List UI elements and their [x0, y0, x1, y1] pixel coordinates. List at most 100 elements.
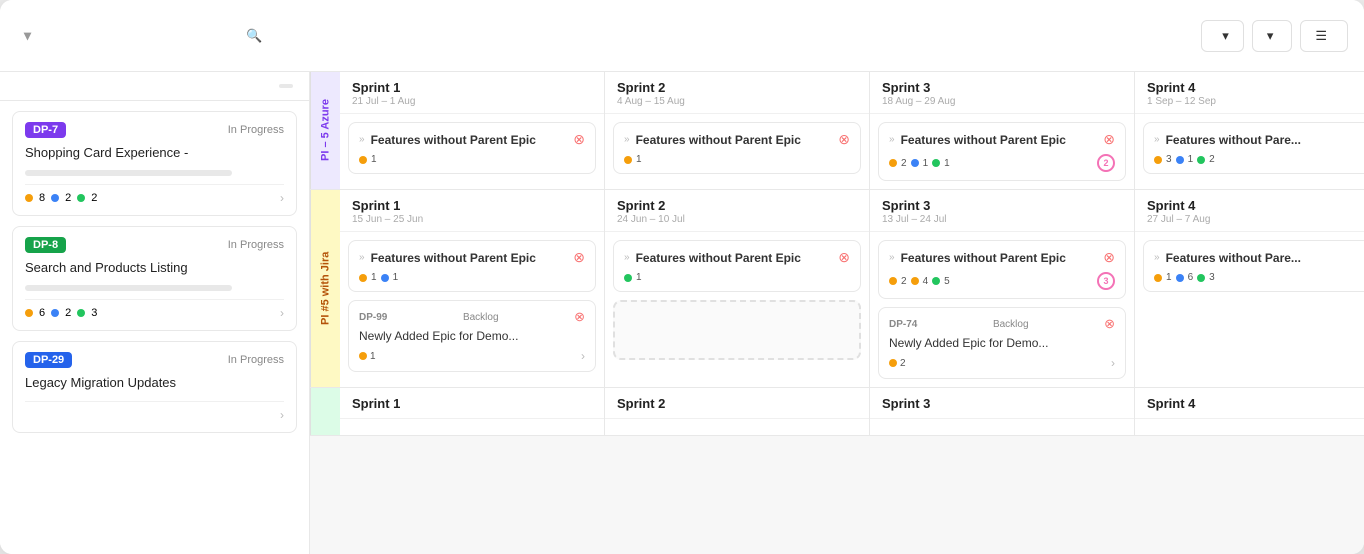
feature-card[interactable]: »Features without Parent Epic⊗1 [348, 122, 596, 174]
dot-indicator [51, 309, 59, 317]
card-progress-bar [25, 285, 232, 291]
feature-dots: 163 [1154, 272, 1215, 283]
dot-indicator [77, 309, 85, 317]
sprint-columns: Sprint 121 Jul – 1 Aug»Features without … [340, 72, 1364, 189]
sprint-header: Sprint 115 Jun – 25 Jun [340, 190, 604, 232]
sprint-body: »Features without Parent Epic⊗11DP-99Bac… [340, 232, 604, 380]
feature-card-header: »Features without Parent Epic⊗ [889, 131, 1115, 148]
view-select-chevron-icon: ▾ [1222, 28, 1229, 44]
sprint-dates: 27 Jul – 7 Aug [1147, 214, 1364, 225]
sprint-col: Sprint 41 Sep – 12 Sep»Features without … [1135, 72, 1364, 189]
pi-row: Sprint 1Sprint 2Sprint 3Sprint 4 [310, 388, 1364, 436]
card-title: Shopping Card Experience - [25, 144, 284, 162]
sprint-name: Sprint 4 [1147, 198, 1364, 213]
dot-count: 3 [1166, 154, 1172, 165]
dot-indicator [359, 352, 367, 360]
more-button[interactable]: ▾ [1252, 20, 1293, 52]
sprint-body [340, 419, 604, 435]
card-progress-bar [25, 170, 232, 176]
dot-indicator [1154, 156, 1162, 164]
sprint-header: Sprint 24 Aug – 15 Aug [605, 72, 869, 114]
card-id-badge: DP-8 [25, 237, 66, 253]
sprint-header: Sprint 318 Aug – 29 Aug [870, 72, 1134, 114]
card-status: In Progress [228, 354, 284, 366]
sprint-header: Sprint 121 Jul – 1 Aug [340, 72, 604, 114]
feature-card-footer: 1 [359, 154, 585, 165]
feature-card[interactable]: »Features without Parent Epic⊗1 [613, 240, 861, 292]
title-chevron-icon[interactable]: ▾ [24, 27, 31, 44]
view-select-button[interactable]: ▾ [1201, 20, 1244, 52]
feature-title: Features without Pare... [1166, 133, 1364, 147]
card-bottom-row: 822 › [25, 191, 284, 205]
sprint-name: Sprint 2 [617, 396, 857, 411]
sprint-name: Sprint 4 [1147, 80, 1364, 95]
sprint-body [605, 419, 869, 435]
feature-icon: ⊗ [573, 249, 585, 266]
sprint-body [870, 419, 1134, 435]
expand-arrow-icon: » [359, 252, 365, 263]
dot-indicator [889, 277, 897, 285]
dot-count: 2 [1209, 154, 1215, 165]
sprint-col: Sprint 115 Jun – 25 Jun » Features without… [340, 190, 605, 387]
dot-count: 1 [1188, 154, 1194, 165]
top-bar-right: ▾ ▾ ☰ [1201, 20, 1348, 52]
feature-card[interactable]: »Features without Pare...⊗312 [1143, 122, 1364, 174]
sprint-body: »Features without Pare...⊗312 [1135, 114, 1364, 182]
feature-card[interactable]: »Features without Parent Epic⊗1 [613, 122, 861, 174]
dot-count: 2 [900, 358, 906, 369]
dot-count: 3 [91, 307, 97, 319]
pi-row: PI #5 with JiraSprint 115 Jun – 25 Jun»F… [310, 190, 1364, 388]
sidebar-count [279, 84, 293, 88]
board-wrapper: PI – 5 AzureSprint 121 Jul – 1 Aug»Featu… [310, 72, 1364, 554]
epic-card[interactable]: DP-99Backlog⊗Newly Added Epic for Demo..… [348, 300, 596, 372]
app-container: ▾ 🔍 ▾ ▾ ☰ [0, 0, 1364, 554]
feature-card[interactable]: »Features without Pare...⊗163 [1143, 240, 1364, 292]
sprint-col: Sprint 224 Jun – 10 Jul»Features without… [605, 190, 870, 387]
epic-expand-icon[interactable]: › [1111, 356, 1115, 370]
feature-card-footer: 2112 [889, 154, 1115, 172]
sprint-dates: 21 Jul – 1 Aug [352, 96, 592, 107]
sprint-name: Sprint 2 [617, 198, 857, 213]
feature-icon: ⊗ [1103, 249, 1115, 266]
sidebar-header [0, 72, 309, 101]
sprint-col: Sprint 4 [1135, 388, 1364, 435]
sidebar-card[interactable]: DP-8In ProgressSearch and Products Listi… [12, 226, 297, 331]
feature-title: Features without Parent Epic [371, 251, 568, 265]
epic-status: Backlog [993, 319, 1029, 330]
dot-count: 1 [371, 272, 377, 283]
dot-counts: 822 [25, 192, 97, 204]
board-settings-button[interactable]: ☰ [1300, 20, 1348, 52]
dot-indicator [51, 194, 59, 202]
search-input[interactable] [236, 21, 556, 50]
dot-indicator [25, 309, 33, 317]
dot-count: 2 [65, 192, 71, 204]
sidebar-card[interactable]: DP-29In ProgressLegacy Migration Updates… [12, 341, 297, 432]
feature-title: Features without Parent Epic [901, 251, 1098, 265]
dot-count: 1 [371, 154, 377, 165]
feature-card[interactable]: »Features without Parent Epic⊗11 [348, 240, 596, 292]
feature-icon: ⊗ [838, 131, 850, 148]
sidebar-card[interactable]: DP-7In ProgressShopping Card Experience … [12, 111, 297, 216]
feature-card[interactable]: »Features without Parent Epic⊗2453 [878, 240, 1126, 299]
card-expand-icon[interactable]: › [280, 306, 284, 320]
card-status: In Progress [228, 124, 284, 136]
app-title-area: ▾ [16, 27, 236, 44]
card-expand-icon[interactable]: › [280, 408, 284, 422]
epic-expand-icon[interactable]: › [581, 349, 585, 363]
drop-zone[interactable] [613, 300, 861, 360]
feature-card-footer: 1 [624, 154, 850, 165]
epic-id: DP-99 [359, 312, 387, 323]
feature-card[interactable]: »Features without Parent Epic⊗ 2112 [878, 122, 1126, 181]
expand-arrow-icon: » [1154, 134, 1160, 145]
dot-indicator [359, 156, 367, 164]
sprint-name: Sprint 1 [352, 198, 592, 213]
epic-id: DP-74 [889, 319, 917, 330]
feature-dots: 1 [624, 272, 642, 283]
epic-footer: 1› [359, 349, 585, 363]
epic-card[interactable]: DP-74Backlog⊗Newly Added Epic for Demo..… [878, 307, 1126, 379]
dot-count: 2 [901, 276, 907, 287]
pi-label [310, 388, 340, 435]
epic-footer: 2› [889, 356, 1115, 370]
pi-label: PI #5 with Jira [310, 190, 340, 387]
card-expand-icon[interactable]: › [280, 191, 284, 205]
